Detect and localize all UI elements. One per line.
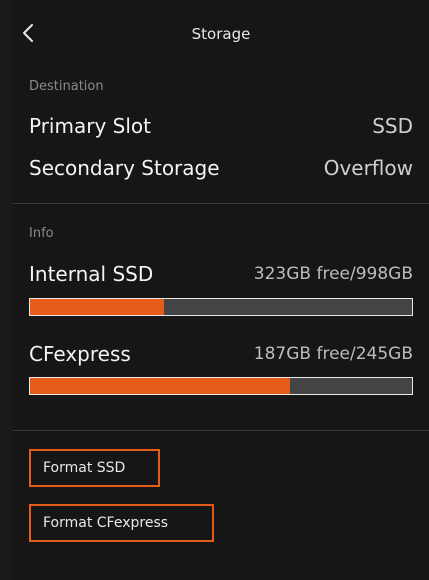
internal-ssd-usage-bar — [29, 298, 413, 316]
secondary-storage-value: Overflow — [323, 156, 413, 180]
internal-ssd-capacity: 323GB free/998GB — [253, 264, 413, 284]
format-cfexpress-button[interactable]: Format CFexpress — [29, 504, 214, 542]
destination-section-label: Destination — [29, 79, 104, 94]
secondary-storage-label: Secondary Storage — [29, 156, 220, 180]
internal-ssd-label: Internal SSD — [29, 262, 154, 286]
cfexpress-usage-fill — [30, 378, 290, 394]
section-divider — [13, 430, 429, 431]
storage-screen: Storage Destination Primary Slot SSD Sec… — [13, 0, 429, 580]
cfexpress-capacity: 187GB free/245GB — [253, 344, 413, 364]
cfexpress-label: CFexpress — [29, 342, 131, 366]
page-title: Storage — [191, 25, 251, 43]
internal-ssd-usage-fill — [30, 299, 164, 315]
primary-slot-value: SSD — [372, 114, 413, 138]
cfexpress-usage-bar — [29, 377, 413, 395]
info-section-label: Info — [29, 226, 54, 241]
header-bar: Storage — [13, 8, 429, 62]
format-ssd-button[interactable]: Format SSD — [29, 449, 160, 487]
primary-slot-label: Primary Slot — [29, 114, 151, 138]
section-divider — [13, 203, 429, 204]
